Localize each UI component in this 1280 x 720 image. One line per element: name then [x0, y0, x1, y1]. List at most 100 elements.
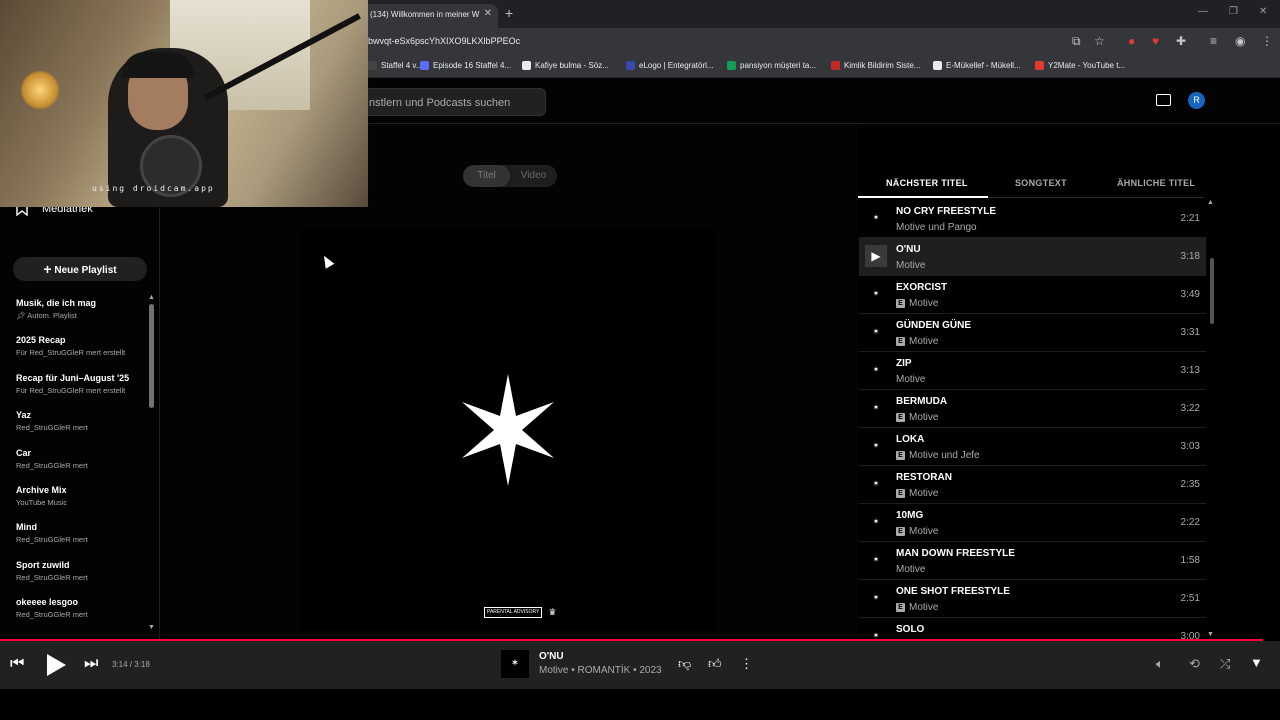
bookmark-item[interactable]: Episode 16 Staffel 4... — [420, 61, 511, 70]
track-thumbnail[interactable]: ✶ — [865, 587, 887, 609]
bookmark-item[interactable]: Kafiye bulma - Söz... — [522, 61, 609, 70]
track-thumbnail[interactable]: ✶ — [865, 207, 887, 229]
playlist-item[interactable]: okeeee lesgoo Red_StruGGleR mert — [16, 597, 152, 634]
url-field[interactable]: bwvqt-eSx6pscYhXIXO9LKXlbPPEOc — [368, 36, 520, 46]
track-thumbnail[interactable]: ✶ — [865, 397, 887, 419]
repeat-icon[interactable]: ⟲ — [1189, 656, 1200, 672]
extension-heart-icon[interactable]: ♥ — [1152, 34, 1159, 48]
queue-item[interactable]: ✶ BERMUDA E Motive 3:22 — [859, 390, 1206, 428]
toggle-video[interactable]: Video — [510, 165, 557, 187]
queue-item-artist: E Motive — [896, 298, 938, 309]
install-app-icon[interactable]: ⧉ — [1072, 34, 1081, 49]
bookmark-item[interactable]: E-Mükellef - Mükell... — [933, 61, 1021, 70]
extensions-icon[interactable]: ✚ — [1176, 34, 1186, 48]
playlist-item[interactable]: Archive Mix YouTube Music — [16, 485, 152, 522]
bookmark-item[interactable]: Kimlik Bildirim Siste... — [831, 61, 920, 70]
tab-related[interactable]: ÄHNLICHE TITEL — [1117, 178, 1195, 188]
browser-tab[interactable]: (134) Willkommen in meiner W ✕ — [362, 4, 498, 28]
track-thumbnail[interactable]: ✶ — [865, 549, 887, 571]
restore-icon[interactable]: ❐ — [1229, 6, 1238, 17]
like-icon[interactable]: 👍︎ — [708, 656, 722, 672]
volume-icon[interactable]: 🔈︎ — [1156, 656, 1164, 672]
bookmark-item[interactable]: pansiyon müşteri ta... — [727, 61, 816, 70]
extension-red-icon[interactable]: ● — [1128, 34, 1135, 48]
queue-item[interactable]: ✶ SOLO 3:00 — [859, 618, 1206, 640]
close-window-icon[interactable]: ✕ — [1259, 6, 1267, 17]
scroll-up-arrow-icon[interactable]: ▲ — [148, 294, 155, 301]
player-title[interactable]: O'NU — [539, 651, 564, 662]
playlist-item[interactable]: Musik, die ich mag 📌︎ Autom. Playlist — [16, 298, 152, 335]
media-control-icon[interactable]: ≡ — [1210, 34, 1217, 48]
dislike-icon[interactable]: 👎︎ — [678, 656, 691, 672]
profile-icon[interactable]: ◉ — [1235, 34, 1245, 48]
bookmark-item[interactable]: eLogo | Entegratörl... — [626, 61, 714, 70]
queue-item-title: ONE SHOT FREESTYLE — [896, 586, 1010, 597]
parental-advisory-label: PARENTAL ADVISORY — [484, 607, 543, 618]
bookmark-favicon-icon — [626, 61, 635, 70]
bookmark-label: Staffel 4 v... — [381, 61, 423, 70]
playlist-subtitle: Für Red_StruGGleR mert erstellt — [16, 348, 152, 357]
playlist-item[interactable]: Sport zuwild Red_StruGGleR mert — [16, 560, 152, 597]
bookmark-item[interactable]: Staffel 4 v... — [368, 61, 423, 70]
shuffle-icon[interactable]: ⤮ — [1220, 656, 1230, 672]
queue-item[interactable]: ✶ LOKA E Motive und Jefe 3:03 — [859, 428, 1206, 466]
track-thumbnail[interactable]: ✶ — [865, 321, 887, 343]
tab-lyrics[interactable]: SONGTEXT — [1015, 178, 1067, 188]
queue-item[interactable]: ✶ NO CRY FREESTYLE Motive und Pango 2:21 — [859, 200, 1206, 238]
new-playlist-button[interactable]: + Neue Playlist — [13, 257, 147, 281]
playlist-item[interactable]: Mind Red_StruGGleR mert — [16, 522, 152, 559]
search-input[interactable]: nstlern und Podcasts suchen — [356, 88, 546, 116]
sidebar-scrollbar[interactable] — [149, 304, 154, 408]
play-icon[interactable]: ▶ — [865, 245, 887, 267]
queue-item[interactable]: ✶ RESTORAN E Motive 2:35 — [859, 466, 1206, 504]
playlist-subtitle: 📌︎ Autom. Playlist — [16, 311, 152, 320]
tab-close-icon[interactable]: ✕ — [484, 8, 492, 19]
bookmark-label: Kafiye bulma - Söz... — [535, 61, 609, 70]
previous-track-icon[interactable]: ⏮ — [10, 655, 24, 673]
playlist-item[interactable]: Recap für Juni–August '25 Für Red_StruGGl… — [16, 373, 152, 410]
browser-menu-icon[interactable]: ⋮ — [1261, 34, 1273, 48]
playlist-title: Mind — [16, 522, 37, 533]
new-tab-icon[interactable]: + — [505, 5, 513, 21]
queue-item[interactable]: ✶ GÜNDEN GÜNE E Motive 3:31 — [859, 314, 1206, 352]
queue-item[interactable]: ▶ O'NU Motive 3:18 — [859, 238, 1206, 276]
explicit-icon: E — [896, 413, 905, 422]
track-thumbnail[interactable]: ✶ — [865, 625, 887, 640]
webcam-cap — [122, 52, 194, 78]
explicit-icon: E — [896, 299, 905, 308]
playlist-title: 2025 Recap — [16, 335, 66, 346]
playlist-item[interactable]: Car Red_StruGGleR mert — [16, 448, 152, 485]
queue-item[interactable]: ✶ MAN DOWN FREESTYLE Motive 1:58 — [859, 542, 1206, 580]
queue-scroll-down-icon[interactable]: ▼ — [1207, 631, 1214, 638]
player-subtitle[interactable]: Motive • ROMANTİK • 2023 — [539, 665, 662, 676]
track-thumbnail[interactable]: ✶ — [865, 283, 887, 305]
playlist-item[interactable]: Yaz Red_StruGGleR mert — [16, 410, 152, 447]
queue-item[interactable]: ✶ ONE SHOT FREESTYLE E Motive 2:51 — [859, 580, 1206, 618]
queue-scroll-up-icon[interactable]: ▲ — [1207, 199, 1214, 206]
toggle-song[interactable]: Titel — [463, 165, 510, 187]
queue-item[interactable]: ✶ 10MG E Motive 2:22 — [859, 504, 1206, 542]
play-button[interactable] — [46, 654, 66, 676]
queue-item[interactable]: ✶ EXORCIST E Motive 3:49 — [859, 276, 1206, 314]
expand-player-icon[interactable]: ▼ — [1250, 655, 1263, 670]
more-options-icon[interactable]: ⋮ — [740, 656, 753, 672]
bookmark-item[interactable]: Y2Mate - YouTube t... — [1035, 61, 1125, 70]
track-thumbnail[interactable]: ✶ — [865, 473, 887, 495]
queue-item[interactable]: ✶ ZIP Motive 3:13 — [859, 352, 1206, 390]
queue-item-artist-text: Motive und Pango — [896, 222, 977, 233]
cast-icon[interactable] — [1156, 94, 1171, 106]
player-thumbnail[interactable]: ✶ — [501, 650, 529, 678]
track-thumbnail[interactable]: ✶ — [865, 435, 887, 457]
bookmark-star-icon[interactable]: ☆ — [1094, 34, 1105, 48]
track-thumbnail[interactable]: ✶ — [865, 359, 887, 381]
playlist-item[interactable]: 2025 Recap Für Red_StruGGleR mert erstell… — [16, 335, 152, 372]
avatar[interactable]: R — [1188, 92, 1205, 109]
next-track-icon[interactable]: ⏭ — [84, 655, 98, 673]
queue-scrollbar[interactable] — [1210, 258, 1214, 324]
tab-up-next[interactable]: NÄCHSTER TITEL — [886, 178, 968, 188]
queue-item-title: MAN DOWN FREESTYLE — [896, 548, 1015, 559]
playlist-title: Car — [16, 447, 32, 458]
track-thumbnail[interactable]: ✶ — [865, 511, 887, 533]
minimize-icon[interactable]: — — [1198, 6, 1208, 17]
scroll-down-arrow-icon[interactable]: ▼ — [148, 624, 155, 631]
